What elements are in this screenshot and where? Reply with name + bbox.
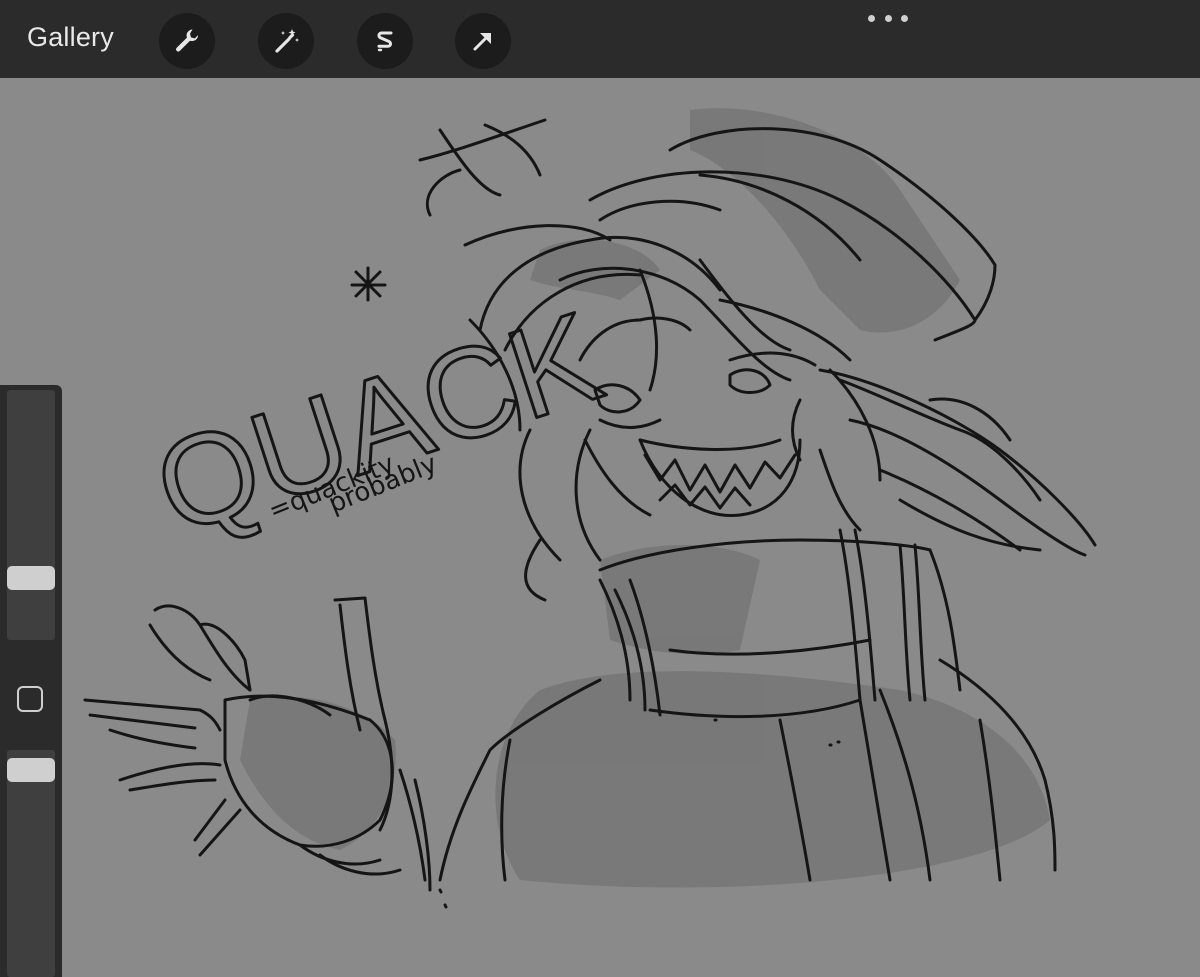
sketch-artwork: QUACK =quackity probably bbox=[83, 108, 1097, 909]
actions-button[interactable] bbox=[159, 13, 215, 69]
adjustments-button[interactable] bbox=[258, 13, 314, 69]
ellipsis-icon[interactable] bbox=[868, 10, 908, 26]
arrow-cursor-icon bbox=[473, 33, 491, 51]
dot bbox=[884, 14, 892, 22]
square-icon[interactable] bbox=[17, 686, 43, 712]
selection-s-icon bbox=[377, 31, 393, 52]
drawing-canvas[interactable]: QUACK =quackity probably bbox=[0, 78, 1200, 977]
quack-text: QUACK bbox=[139, 285, 616, 562]
opacity-slider[interactable] bbox=[7, 750, 55, 977]
magic-wand-icon bbox=[275, 29, 299, 53]
wrench-icon bbox=[176, 29, 199, 52]
dot bbox=[868, 14, 875, 22]
dot bbox=[901, 14, 908, 22]
gallery-button[interactable]: Gallery bbox=[27, 22, 114, 53]
transform-button[interactable] bbox=[455, 13, 511, 69]
brush-sidebar bbox=[0, 385, 62, 977]
opacity-handle[interactable] bbox=[7, 758, 55, 783]
selection-button[interactable] bbox=[357, 13, 413, 69]
brush-size-handle[interactable] bbox=[7, 566, 55, 591]
top-toolbar: Gallery bbox=[0, 0, 1200, 78]
brush-size-slider[interactable] bbox=[7, 390, 55, 640]
